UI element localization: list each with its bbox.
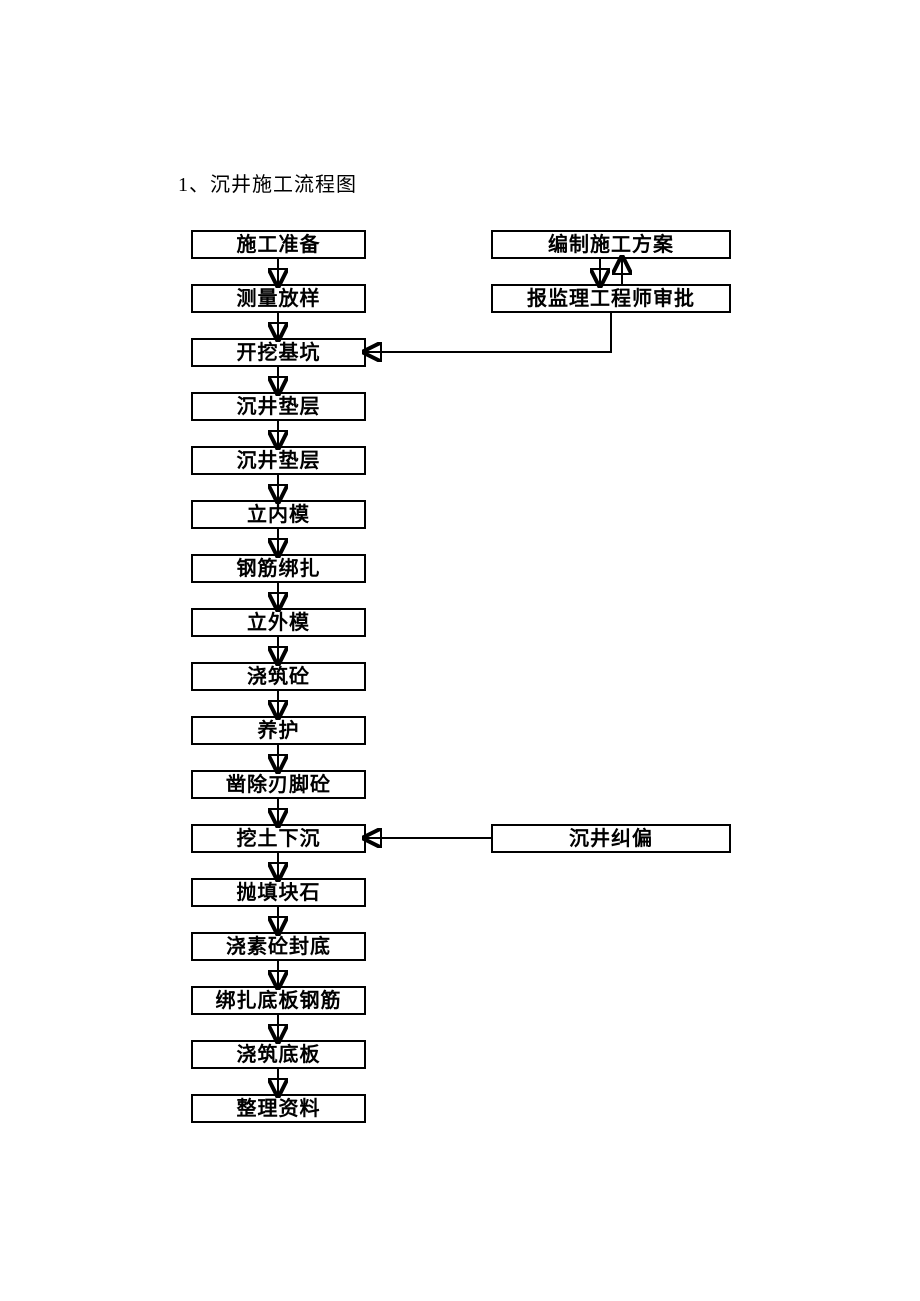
node-n4: 沉井垫层 — [191, 392, 366, 421]
node-n11: 凿除刃脚砼 — [191, 770, 366, 799]
node-n1: 施工准备 — [191, 230, 366, 259]
node-r2: 报监理工程师审批 — [491, 284, 731, 313]
node-n16: 浇筑底板 — [191, 1040, 366, 1069]
node-n2: 测量放样 — [191, 284, 366, 313]
node-n12: 挖土下沉 — [191, 824, 366, 853]
flow-connectors — [0, 0, 920, 1301]
node-n8: 立外模 — [191, 608, 366, 637]
node-n3: 开挖基坑 — [191, 338, 366, 367]
diagram-title: 1、沉井施工流程图 — [178, 168, 357, 197]
node-n7: 钢筋绑扎 — [191, 554, 366, 583]
node-n14: 浇素砼封底 — [191, 932, 366, 961]
node-n13: 抛填块石 — [191, 878, 366, 907]
node-n10: 养护 — [191, 716, 366, 745]
page: 1、沉井施工流程图 施工准备 测量放样 开挖基坑 沉井垫层 沉井垫层 立内模 钢… — [0, 0, 920, 1301]
node-r3: 沉井纠偏 — [491, 824, 731, 853]
node-n6: 立内模 — [191, 500, 366, 529]
node-n15: 绑扎底板钢筋 — [191, 986, 366, 1015]
node-r1: 编制施工方案 — [491, 230, 731, 259]
node-n5: 沉井垫层 — [191, 446, 366, 475]
node-n17: 整理资料 — [191, 1094, 366, 1123]
node-n9: 浇筑砼 — [191, 662, 366, 691]
